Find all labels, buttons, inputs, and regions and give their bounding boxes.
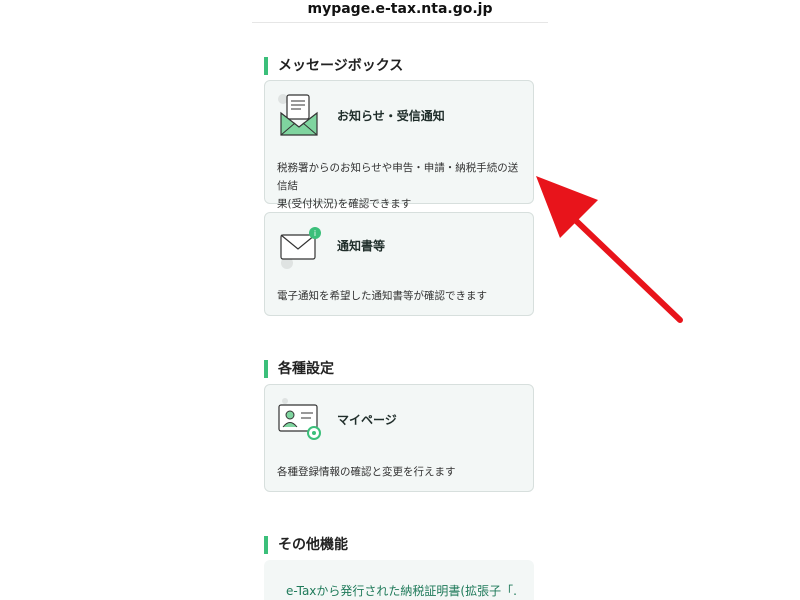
card-title: マイページ (337, 413, 397, 427)
profile-card-gear-icon (278, 398, 321, 440)
card-tax-certificate[interactable]: e-Taxから発行された納税証明書(拡張子「. (264, 560, 534, 600)
envelope-info-icon: i (280, 227, 321, 269)
card-title: お知らせ・受信通知 (337, 109, 445, 123)
card-notices[interactable]: i 通知書等 電子通知を希望した通知書等が確認できます (264, 212, 534, 316)
card-description-line: 電子通知を希望した通知書等が確認できます (277, 290, 487, 302)
card-description-line: 税務署からのお知らせや申告・申請・納税手続の送信結 (277, 162, 519, 192)
card-description: 電子通知を希望した通知書等が確認できます (277, 287, 523, 305)
section-heading-settings: 各種設定 (264, 360, 334, 378)
card-notifications[interactable]: お知らせ・受信通知 税務署からのお知らせや申告・申請・納税手続の送信結 果(受付… (264, 80, 534, 210)
svg-text:i: i (314, 229, 316, 238)
card-title: 通知書等 (337, 239, 386, 253)
section-heading-message-box: メッセージボックス (264, 57, 403, 75)
page: mypage.e-tax.nta.go.jp メッセージボックス お知らせ・受信… (0, 0, 800, 600)
url-text: mypage.e-tax.nta.go.jp (307, 1, 493, 17)
envelope-document-icon (278, 94, 318, 136)
url-bar[interactable]: mypage.e-tax.nta.go.jp (252, 0, 548, 23)
card-mypage[interactable]: マイページ 各種登録情報の確認と変更を行えます (264, 384, 534, 492)
red-arrow-annotation (536, 176, 683, 323)
section-heading-other-functions: その他機能 (264, 536, 348, 554)
card-description-line: 果(受付状況)を確認できます (277, 198, 412, 210)
card-description-line: 各種登録情報の確認と変更を行えます (277, 466, 456, 478)
card-description: 各種登録情報の確認と変更を行えます (277, 463, 523, 481)
card-description: 税務署からのお知らせや申告・申請・納税手続の送信結 果(受付状況)を確認できます (277, 159, 523, 213)
tax-certificate-link[interactable]: e-Taxから発行された納税証明書(拡張子「. (286, 582, 517, 599)
